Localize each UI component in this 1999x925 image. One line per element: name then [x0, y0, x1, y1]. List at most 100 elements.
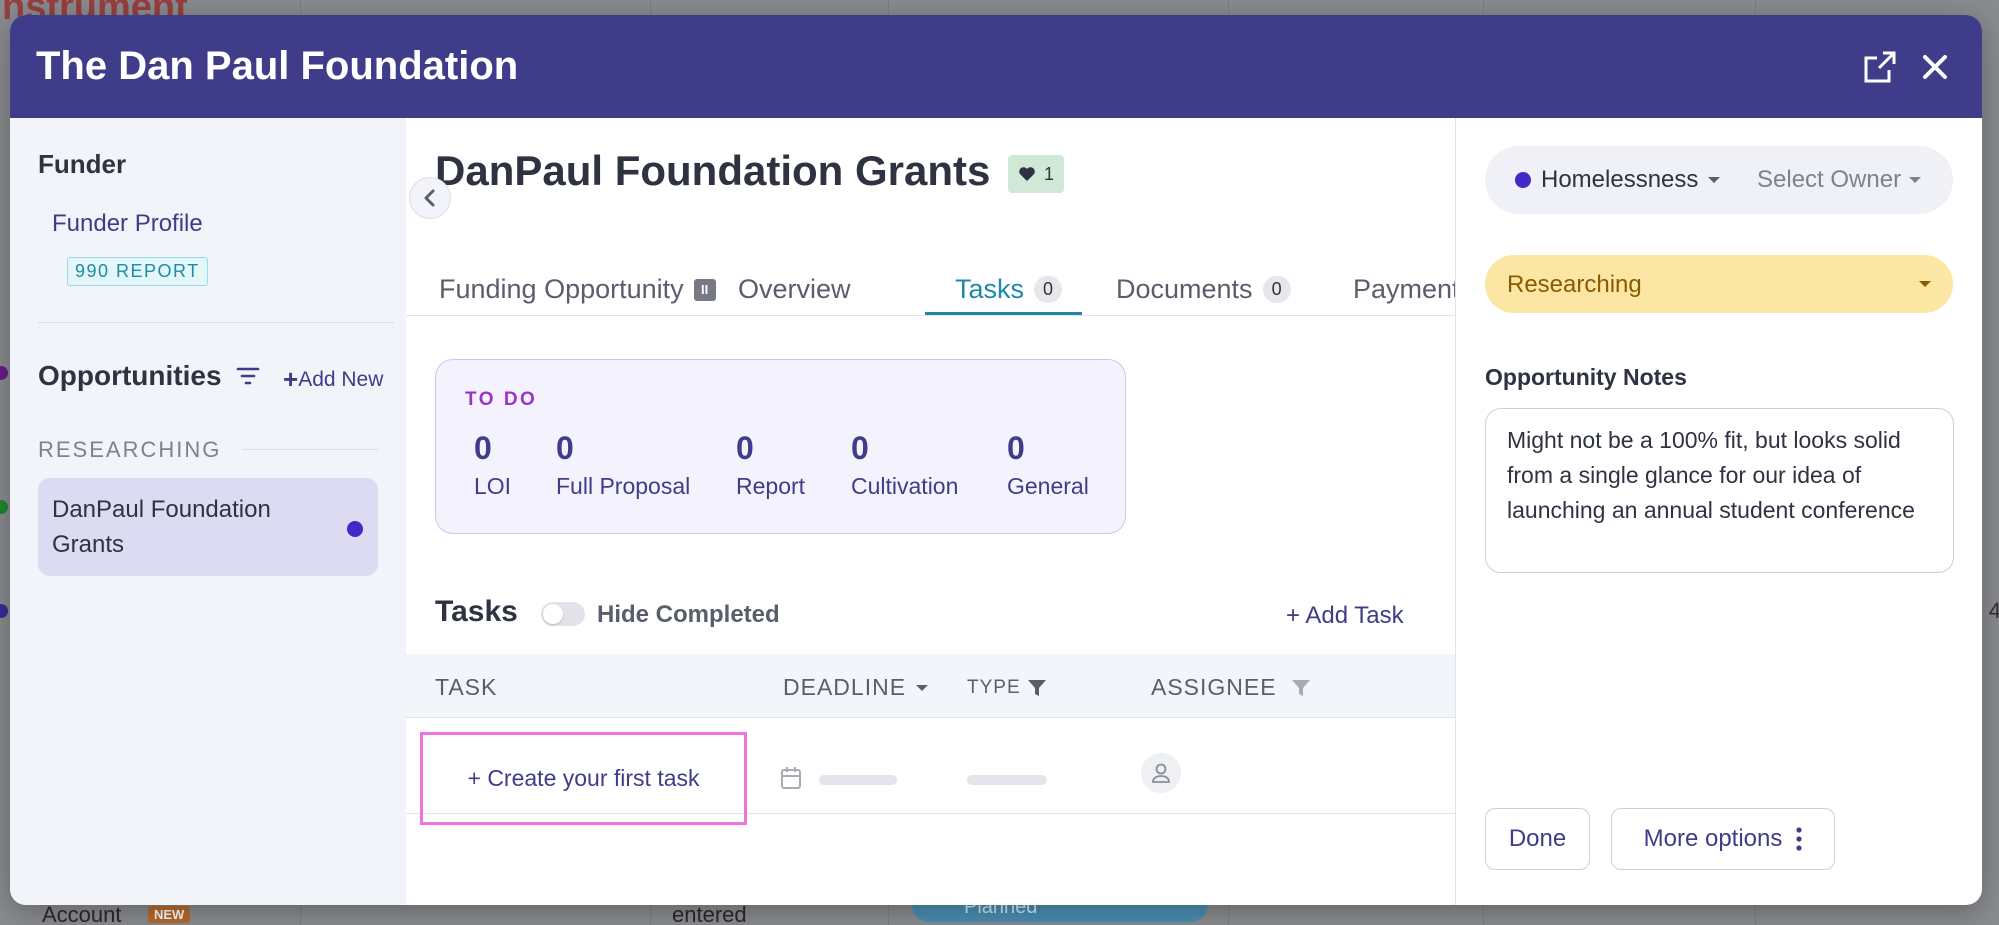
background-digit: 4 — [1988, 598, 1999, 623]
background-dot — [0, 604, 8, 618]
active-tab-indicator — [925, 312, 1082, 315]
tab-documents[interactable]: Documents 0 — [1116, 274, 1291, 305]
collapse-sidebar-button[interactable] — [409, 177, 451, 219]
hide-completed-toggle[interactable] — [541, 602, 585, 626]
funder-profile-link[interactable]: Funder Profile — [52, 210, 203, 238]
column-label: TASK — [435, 674, 498, 700]
opportunity-title: DanPaul Foundation Grants — [435, 147, 991, 194]
background-entered-text: entered — [672, 902, 747, 925]
status-dropdown[interactable]: Researching — [1485, 255, 1953, 313]
caret-down-icon — [916, 684, 929, 691]
todo-stat-report[interactable]: 0 Report — [736, 430, 805, 500]
create-first-task-button[interactable]: + Create your first task — [420, 732, 747, 825]
add-new-opportunity-button[interactable]: +Add New — [283, 362, 384, 394]
background-new-badge: NEW — [148, 906, 191, 923]
todo-label: Report — [736, 473, 806, 499]
tab-label: Tasks — [955, 274, 1025, 304]
todo-label: LOI — [474, 473, 512, 499]
tasks-table-header: TASK DEADLINE TYPE ASSIGNEE — [406, 654, 1456, 718]
cause-owner-bar: Homelessness Select Owner — [1485, 146, 1953, 214]
opportunity-name: DanPaul Foundation Grants — [52, 496, 271, 558]
column-label: TYPE — [967, 677, 1021, 698]
column-assignee[interactable]: ASSIGNEE — [1151, 674, 1311, 701]
column-label: DEADLINE — [783, 674, 907, 700]
more-options-label: More options — [1643, 825, 1783, 852]
todo-count: 0 — [736, 430, 754, 466]
todo-count: 0 — [474, 430, 492, 466]
background-dot — [0, 500, 8, 514]
close-icon[interactable] — [1917, 49, 1953, 85]
sidebar-divider — [38, 322, 394, 323]
opportunities-heading: Opportunities — [38, 360, 222, 391]
deadline-placeholder — [819, 775, 897, 785]
cause-color-dot — [347, 521, 363, 537]
hide-completed-label: Hide Completed — [597, 601, 780, 628]
background-dot — [0, 366, 8, 380]
column-type[interactable]: TYPE — [967, 677, 1047, 699]
tab-count: 0 — [1262, 276, 1291, 303]
opportunity-list-item[interactable]: DanPaul Foundation Grants — [38, 478, 378, 576]
details-panel: Homelessness Select Owner Researching Op… — [1455, 118, 1982, 905]
cause-color-dot — [1515, 172, 1531, 188]
todo-label: Full Proposal — [556, 473, 691, 499]
like-count: 1 — [1044, 163, 1055, 184]
tab-funding-opportunity[interactable]: Funding Opportunity II — [439, 274, 716, 305]
modal-body: Funder Funder Profile 990 REPORT Opportu… — [10, 118, 1982, 905]
opportunity-modal: The Dan Paul Foundation Funder Funder Pr… — [10, 15, 1982, 905]
funder-heading: Funder — [38, 149, 127, 179]
tab-bar: Funding Opportunity II Overview Tasks 0 … — [406, 260, 1456, 316]
column-deadline[interactable]: DEADLINE — [783, 674, 929, 701]
done-button[interactable]: Done — [1485, 808, 1590, 870]
caret-down-icon — [1708, 177, 1721, 183]
tab-count: 0 — [1034, 276, 1063, 303]
todo-summary-card: TO DO 0 LOI 0 Full Proposal 0 Report 0 C… — [435, 359, 1126, 534]
todo-stat-general[interactable]: 0 General — [1007, 430, 1089, 500]
cause-area-label: Homelessness — [1541, 166, 1699, 193]
vertical-dots-icon — [1796, 827, 1802, 851]
select-owner-dropdown[interactable]: Select Owner — [1757, 166, 1922, 194]
status-label: Researching — [1507, 271, 1642, 298]
assignee-avatar-icon[interactable] — [1141, 753, 1181, 793]
tab-payment[interactable]: Payment — [1353, 274, 1456, 305]
notes-label: Opportunity Notes — [1485, 364, 1687, 390]
todo-heading: TO DO — [465, 389, 538, 410]
researching-group-label: RESEARCHING — [38, 437, 222, 462]
tab-label: Funding Opportunity — [439, 274, 684, 304]
document-icon: II — [693, 278, 716, 301]
like-badge[interactable]: 1 — [1008, 155, 1065, 193]
caret-down-icon — [1919, 281, 1931, 287]
table-row: + Create your first task — [406, 718, 1456, 825]
filter-icon[interactable] — [235, 364, 261, 388]
tab-tasks[interactable]: Tasks 0 — [955, 274, 1063, 305]
modal-header: The Dan Paul Foundation — [10, 15, 1982, 118]
more-options-button[interactable]: More options — [1611, 808, 1835, 870]
background-account-link: Account — [42, 902, 122, 925]
990-report-badge[interactable]: 990 REPORT — [67, 257, 208, 286]
tab-overview[interactable]: Overview — [738, 274, 851, 305]
tab-label: Documents — [1116, 274, 1253, 304]
filter-funnel-icon — [1027, 680, 1046, 696]
calendar-icon — [780, 766, 802, 795]
todo-stat-loi[interactable]: 0 LOI — [474, 430, 511, 500]
todo-label: Cultivation — [851, 473, 959, 499]
column-label: ASSIGNEE — [1151, 674, 1277, 700]
todo-count: 0 — [851, 430, 869, 466]
tab-label: Overview — [738, 274, 851, 304]
opportunity-notes-textarea[interactable]: Might not be a 100% fit, but looks solid… — [1485, 408, 1954, 573]
modal-title: The Dan Paul Foundation — [36, 44, 519, 88]
add-task-button[interactable]: + Add Task — [1286, 602, 1404, 630]
todo-count: 0 — [556, 430, 574, 466]
owner-label: Select Owner — [1757, 166, 1902, 193]
sidebar: Funder Funder Profile 990 REPORT Opportu… — [10, 118, 406, 905]
todo-stat-cultivation[interactable]: 0 Cultivation — [851, 430, 958, 500]
plus-icon: + — [283, 364, 299, 394]
type-placeholder — [967, 775, 1047, 785]
add-new-label: Add New — [298, 368, 384, 391]
cause-area-dropdown[interactable]: Homelessness — [1515, 166, 1721, 194]
tasks-heading: Tasks — [435, 595, 518, 628]
main-content: DanPaul Foundation Grants 1 Funding Oppo… — [406, 118, 1456, 905]
filter-funnel-icon — [1291, 679, 1310, 696]
external-link-icon[interactable] — [1862, 49, 1898, 85]
todo-stat-full-proposal[interactable]: 0 Full Proposal — [556, 430, 690, 500]
column-task[interactable]: TASK — [435, 674, 497, 701]
